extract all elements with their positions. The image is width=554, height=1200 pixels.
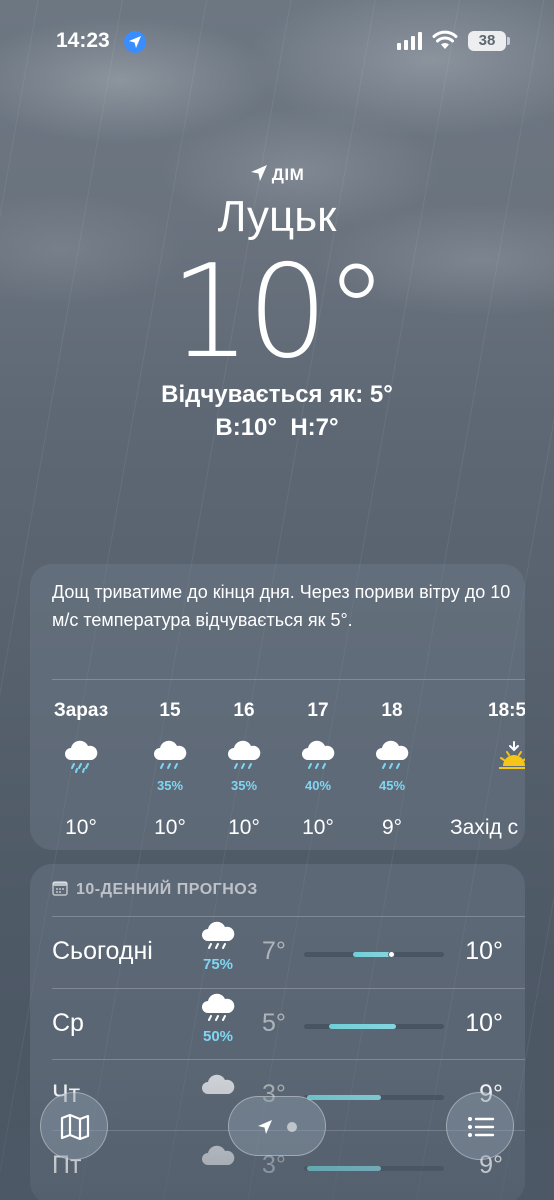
home-label: ДІМ [271,165,305,184]
temp-range-fill [306,1166,381,1171]
precip-chance: 45% [378,778,406,793]
hour-temp: 10° [302,816,334,839]
temp-range-bar [304,1166,444,1171]
current-temp-dot [387,951,395,958]
day-high: 10° [465,937,503,965]
battery-indicator: 38 [468,31,506,51]
rain-cloud-icon: 50% [196,993,240,1045]
hour-item: 15 35% 10° [133,700,207,840]
current-temperature: 10° [169,238,389,387]
precip-chance [448,778,525,794]
precip-chance: 35% [230,778,258,793]
hour-item: Зараз 10° [44,700,118,840]
page-dot[interactable] [287,1122,297,1132]
hour-temp: 10° [228,816,260,839]
map-icon [60,1113,90,1141]
day-low: 7° [262,937,286,965]
hour-item: 18:5 Захід с [448,700,525,840]
hour-label: 17 [307,700,329,721]
map-button[interactable] [40,1092,108,1160]
precip-chance: 50% [202,1028,234,1045]
rain-cloud-icon [355,740,429,780]
hour-label: 16 [233,700,255,721]
location-arrow-icon [250,165,267,181]
high-low: В:10° Н:7° [215,414,339,441]
current-location-icon [258,1120,272,1134]
location-label: ДІМ [0,164,554,185]
temp-range-fill [329,1024,397,1029]
rain-cloud-icon: 75% [196,921,240,973]
cellular-signal-icon [397,32,423,55]
wifi-icon [432,30,458,55]
cloud-icon [196,1143,240,1176]
calendar-icon [52,881,68,896]
temp-range-bar [304,1024,444,1029]
precip-chance: 40% [304,778,332,793]
feels-like: Відчувається як: 5° [161,381,393,408]
location-services-icon [124,31,146,53]
hour-item: 17 40% 10° [281,700,355,840]
day-high: 10° [465,1009,503,1037]
precip-chance [44,778,118,794]
hour-temp: 9° [381,816,403,839]
hour-label: 18:5 [488,700,525,721]
rain-cloud-icon [133,740,207,780]
ten-day-title: 10-ДЕННИЙ ПРОГНОЗ [76,881,258,898]
hour-temp: 10° [65,816,97,839]
ten-day-header: 10-ДЕННИЙ ПРОГНОЗ [52,880,258,899]
forecast-summary: Дощ триватиме до кінця дня. Через пориви… [52,582,511,630]
hour-item: 18 45% 9° [355,700,429,840]
list-icon [468,1117,495,1137]
sunset-label: Захід с [450,816,519,839]
temp-range-bar [304,1095,444,1100]
hour-temp: 10° [154,816,186,839]
temp-range-bar [304,951,444,958]
day-name: Сьогодні [52,937,153,965]
cloud-icon [196,1072,240,1105]
rain-cloud-icon [44,740,118,780]
hour-label: Зараз [53,700,109,721]
temp-range-fill [306,1095,381,1100]
hour-label: 15 [159,700,181,721]
city-name: Луцьк [217,192,337,241]
day-row[interactable]: Сьогодні 75% 7° 10° [30,917,525,988]
sunset-icon [448,740,525,780]
hour-item: 16 35% 10° [207,700,281,840]
rain-cloud-icon [207,740,281,780]
hourly-forecast-card[interactable]: Дощ триватиме до кінця дня. Через пориви… [30,564,525,850]
status-time: 14:23 [56,29,110,52]
page-indicator[interactable] [228,1096,326,1156]
precip-chance: 35% [156,778,184,793]
day-name: Ср [52,1009,84,1037]
temp-range-fill [353,952,391,957]
rain-cloud-icon [281,740,355,780]
day-row[interactable]: Ср 50% 5° 10° [30,989,525,1060]
hour-label: 18 [381,700,403,721]
battery-tip [507,37,510,45]
status-bar: 14:23 38 [0,26,554,58]
day-low: 5° [262,1009,286,1037]
locations-list-button[interactable] [446,1092,514,1160]
precip-chance: 75% [202,956,234,973]
divider [52,679,525,680]
